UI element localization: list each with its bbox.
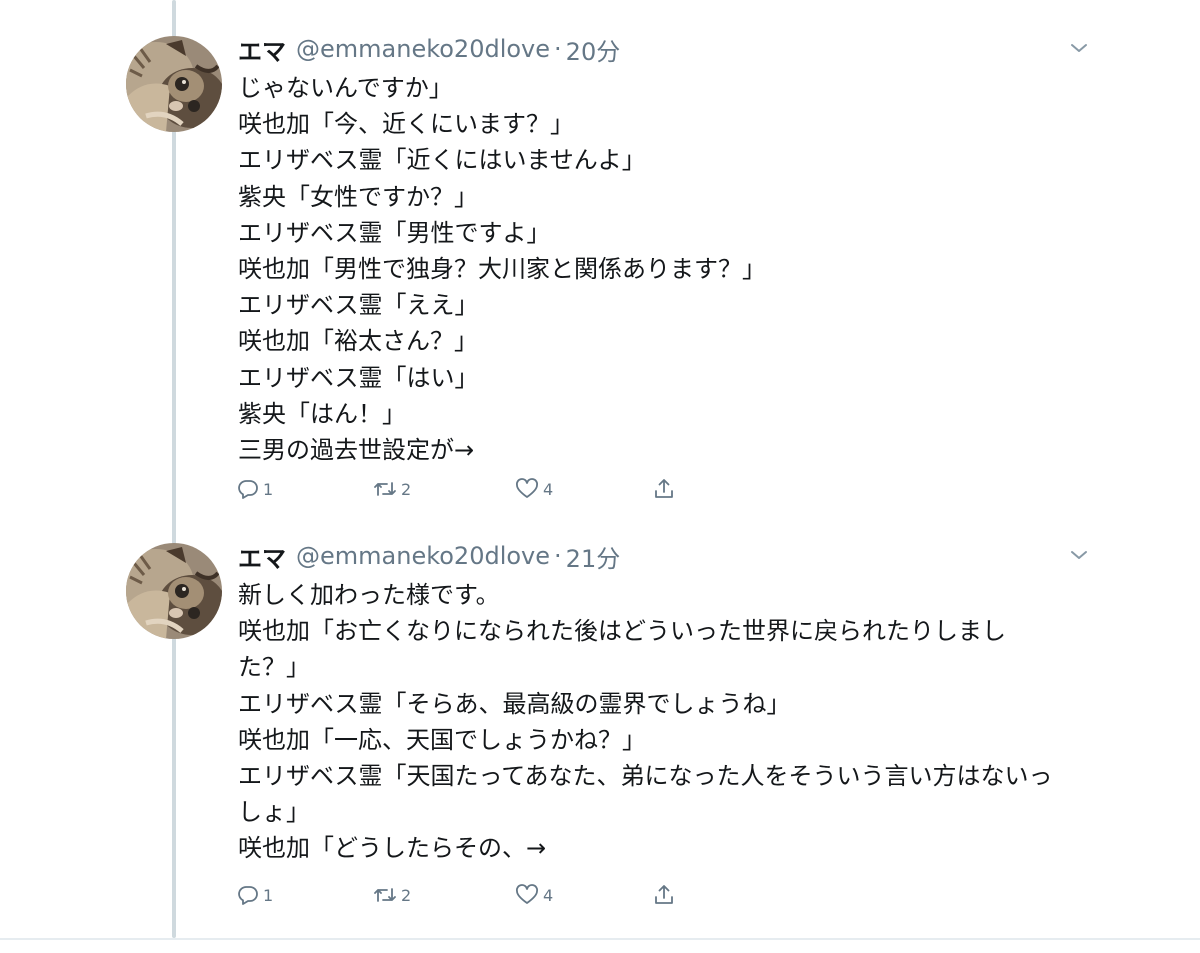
tweet-text-line: 三男の過去世設定が→ bbox=[238, 435, 475, 464]
retweet-button[interactable]: 2 bbox=[372, 880, 411, 910]
reply-count: 1 bbox=[263, 479, 274, 499]
heart-icon bbox=[516, 884, 538, 904]
user-handle[interactable]: @emmaneko20dlove bbox=[296, 542, 550, 570]
chevron-down-icon[interactable] bbox=[1068, 40, 1090, 56]
reply-count: 1 bbox=[263, 885, 274, 905]
heart-icon bbox=[516, 478, 538, 498]
display-name[interactable]: エマ bbox=[238, 32, 286, 67]
tweet-text: 新しく加わった様です。 咲也加「お亡くなりになられた後はどういった世界に戻られた… bbox=[238, 577, 1088, 867]
tweet-text-line: じゃないんですか」 bbox=[238, 74, 453, 102]
tweet-text-line: 咲也加「裕太さん？」 bbox=[238, 327, 478, 356]
reply-button[interactable]: 1 bbox=[236, 474, 273, 504]
tweet-header: エマ @emmaneko20dlove · 20分 bbox=[238, 32, 620, 66]
display-name[interactable]: エマ bbox=[238, 539, 286, 574]
timestamp[interactable]: 21分 bbox=[566, 539, 621, 574]
share-button[interactable] bbox=[652, 474, 676, 504]
tweet-text-line: エリザベス霊「そらあ、最高級の霊界でしょうね」 bbox=[238, 689, 791, 718]
tweet-text-line: た？」 bbox=[238, 653, 310, 682]
tweet-text-line: エリザベス霊「ええ」 bbox=[238, 291, 479, 320]
separator-dot: · bbox=[554, 542, 562, 570]
tweet-text-line: 紫央「はん！」 bbox=[238, 399, 406, 428]
thread-connector-line bbox=[172, 0, 176, 938]
chevron-down-icon[interactable] bbox=[1068, 547, 1090, 563]
like-button[interactable]: 4 bbox=[514, 880, 553, 910]
tweet-text-line: エリザベス霊「天国たってあなた、弟になった人をそういう言い方はないっ bbox=[238, 761, 1053, 790]
timeline: エマ @emmaneko20dlove · 20分 じゃないんですか」 咲也加「… bbox=[0, 0, 1200, 953]
tweet-text-line: 咲也加「どうしたらその、→ bbox=[238, 834, 547, 863]
reply-button[interactable]: 1 bbox=[236, 880, 273, 910]
user-handle[interactable]: @emmaneko20dlove bbox=[296, 35, 550, 63]
retweet-icon bbox=[374, 888, 396, 902]
timestamp[interactable]: 20分 bbox=[566, 32, 621, 67]
tweet-text-line: エリザベス霊「はい」 bbox=[238, 363, 479, 392]
tweet-text-line: 咲也加「お亡くなりになられた後はどういった世界に戻られたりしまし bbox=[238, 617, 1006, 646]
tweet-text-line: 咲也加「一応、天国でしょうかね？」 bbox=[238, 725, 646, 754]
tweet-text-line: エリザベス霊「近くにはいませんよ」 bbox=[238, 146, 646, 175]
tweet-text-line: 紫央「女性ですか？」 bbox=[238, 182, 478, 211]
reply-icon bbox=[238, 480, 258, 499]
retweet-button[interactable]: 2 bbox=[372, 474, 411, 504]
separator-dot: · bbox=[554, 35, 562, 63]
like-count: 4 bbox=[543, 885, 554, 905]
divider bbox=[0, 938, 1200, 940]
tweet-text-line: エリザベス霊「男性ですよ」 bbox=[238, 218, 551, 247]
reply-icon bbox=[238, 886, 258, 905]
retweet-icon bbox=[374, 482, 396, 496]
tweet-text-line: しょ」 bbox=[238, 798, 310, 827]
tweet-text: じゃないんですか」 咲也加「今、近くにいます？」 エリザベス霊「近くにはいません… bbox=[238, 70, 1088, 468]
tweet-text-line: 咲也加「今、近くにいます？」 bbox=[238, 110, 574, 139]
retweet-count: 2 bbox=[401, 479, 412, 499]
share-icon bbox=[655, 479, 673, 498]
retweet-count: 2 bbox=[401, 885, 412, 905]
like-count: 4 bbox=[543, 479, 554, 499]
like-button[interactable]: 4 bbox=[514, 474, 553, 504]
share-button[interactable] bbox=[652, 880, 676, 910]
tweet-text-line: 咲也加「男性で独身？大川家と関係あります？」 bbox=[238, 254, 766, 283]
tweet-header: エマ @emmaneko20dlove · 21分 bbox=[238, 539, 620, 573]
tweet-text-line: 新しく加わった様です。 bbox=[238, 581, 500, 609]
avatar[interactable] bbox=[126, 36, 222, 132]
avatar[interactable] bbox=[126, 543, 222, 639]
share-icon bbox=[655, 885, 673, 904]
